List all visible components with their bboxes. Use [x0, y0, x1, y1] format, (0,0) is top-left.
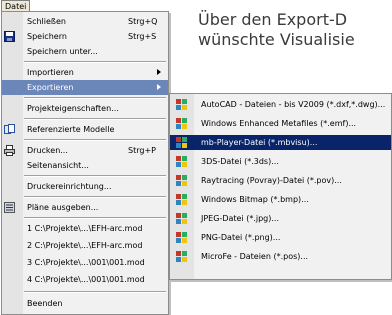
export-item-emf[interactable]: Windows Enhanced Metafiles (*.emf)...: [170, 116, 391, 131]
menu-datei[interactable]: Datei: [1, 0, 30, 11]
menu-item-printer-setup[interactable]: Druckereinrichtung...: [2, 179, 168, 194]
menu-item-export[interactable]: Exportieren: [2, 80, 168, 95]
export-item-mbvisu[interactable]: mb-Player-Datei (*.mbvisu)...: [170, 135, 391, 150]
menu-item-print-preview[interactable]: Seitenansicht...: [2, 158, 168, 173]
menu-item-recent-file-2[interactable]: 2 C:\Projekte\...\EFH-arc.mod: [2, 238, 168, 253]
export-icon: [176, 99, 187, 110]
export-icon: [176, 232, 187, 243]
export-icon: [176, 213, 187, 224]
export-icon: [176, 175, 187, 186]
export-item-autocad[interactable]: AutoCAD - Dateien - bis V2009 (*.dxf,*.d…: [170, 97, 391, 112]
background-text-line-1: Über den Export-D: [198, 10, 348, 29]
export-icon: [176, 118, 187, 129]
export-item-3ds[interactable]: 3DS-Datei (*.3ds)...: [170, 154, 391, 169]
menu-separator: [24, 118, 166, 120]
menu-separator: [24, 175, 166, 177]
submenu-arrow-icon: [157, 69, 161, 75]
export-icon: [176, 137, 187, 148]
export-submenu: AutoCAD - Dateien - bis V2009 (*.dxf,*.d…: [169, 93, 392, 280]
submenu-arrow-icon: [157, 84, 161, 90]
menu-separator: [24, 139, 166, 141]
menu-item-project-properties[interactable]: Projekteigenschaften...: [2, 101, 168, 116]
menu-separator: [24, 196, 166, 198]
menu-item-exit[interactable]: Beenden: [2, 296, 168, 311]
export-item-povray[interactable]: Raytracing (Povray)-Datei (*.pov)...: [170, 173, 391, 188]
export-icon: [176, 251, 187, 262]
menu-separator: [24, 291, 166, 293]
menu-item-recent-file-4[interactable]: 4 C:\Projekte\...\001\001.mod: [2, 272, 168, 287]
menu-item-recent-file-1[interactable]: 1 C:\Projekte\...\EFH-arc.mod: [2, 221, 168, 236]
menu-item-output-plans[interactable]: Pläne ausgeben...: [2, 200, 168, 215]
export-item-microfe[interactable]: MicroFe - Dateien (*.pos)...: [170, 249, 391, 264]
menu-item-save-as[interactable]: Speichern unter...: [2, 44, 168, 59]
menu-separator: [24, 61, 166, 63]
printer-icon: [4, 145, 15, 156]
export-item-bmp[interactable]: Windows Bitmap (*.bmp)...: [170, 192, 391, 207]
reference-models-icon: [4, 124, 15, 134]
export-item-png[interactable]: PNG-Datei (*.png)...: [170, 230, 391, 245]
export-icon: [176, 156, 187, 167]
menu-item-print[interactable]: Drucken... Strg+P: [2, 143, 168, 158]
background-paragraph: Über den Export-D wünschte Visualisie: [198, 10, 355, 50]
menu-item-import[interactable]: Importieren: [2, 65, 168, 80]
file-menu: Schließen Strg+Q Speichern Strg+S Speich…: [1, 11, 169, 315]
floppy-disk-icon: [4, 31, 15, 42]
menu-item-close[interactable]: Schließen Strg+Q: [2, 14, 168, 29]
menu-item-save[interactable]: Speichern Strg+S: [2, 29, 168, 44]
menu-item-recent-file-3[interactable]: 3 C:\Projekte\...\001\001.mod: [2, 255, 168, 270]
export-icon: [176, 194, 187, 205]
menu-item-referenced-models[interactable]: Referenzierte Modelle: [2, 122, 168, 137]
background-text-line-2: wünschte Visualisie: [198, 30, 355, 49]
menu-separator: [24, 97, 166, 99]
export-item-jpeg[interactable]: JPEG-Datei (*.jpg)...: [170, 211, 391, 226]
plans-output-icon: [4, 202, 15, 213]
menu-separator: [24, 217, 166, 219]
